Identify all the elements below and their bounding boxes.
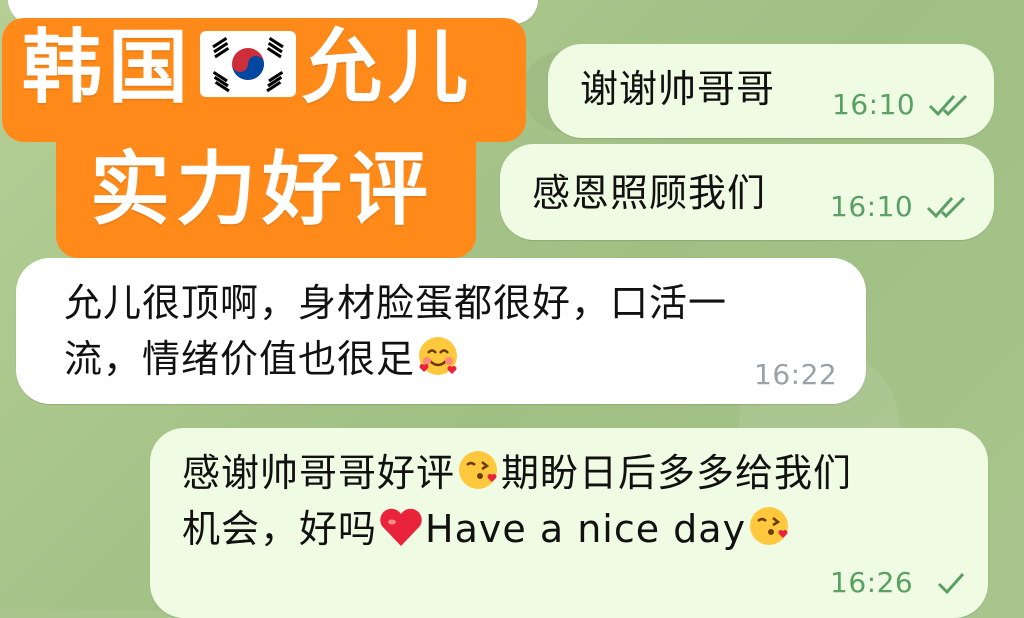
red-heart-icon [378, 506, 424, 562]
message-bubble-outgoing[interactable]: 感恩照顾我们 16:10 [500, 144, 994, 240]
message-text: 感谢帅哥哥好评 [182, 451, 456, 495]
message-text: 流，情绪价值也很足 [64, 337, 416, 381]
face-blowing-kiss-icon [456, 448, 500, 506]
message-text-line-2: 流，情绪价值也很足 [64, 332, 461, 392]
message-text-line-1: 允儿很顶啊，身材脸蛋都很好，口活一 [64, 281, 728, 325]
message-time: 16:22 [754, 358, 838, 391]
message-bubble-incoming[interactable]: 允儿很顶啊，身材脸蛋都很好，口活一 流，情绪价值也很足 16:22 [16, 258, 866, 404]
message-text: 期盼日后多多给我们 [501, 451, 853, 495]
promo-text-country: 韩国 [22, 21, 194, 114]
promo-line-2: 实力好评 [90, 143, 434, 236]
message-text: 感恩照顾我们 [532, 171, 767, 215]
promo-line-1: 韩国 允儿 [22, 28, 474, 108]
south-korea-flag-icon [200, 30, 296, 97]
single-check-icon [936, 570, 966, 600]
message-text: 机会，好吗 [182, 507, 378, 551]
message-text-line-2: 机会，好吗 Have a nice day [182, 502, 792, 562]
message-text-line-1: 感谢帅哥哥好评 期盼日后多多给我们 [182, 446, 852, 506]
message-bubble-outgoing[interactable]: 感谢帅哥哥好评 期盼日后多多给我们 机会，好吗 Have a nice day 16… [150, 428, 988, 618]
double-check-icon [926, 194, 970, 224]
message-time: 16:10 [830, 190, 914, 223]
promo-text-name: 允儿 [302, 21, 474, 114]
double-check-icon [928, 92, 972, 122]
message-text: 谢谢帅哥哥 [580, 67, 776, 111]
face-blowing-kiss-icon [747, 504, 791, 562]
message-text: Have a nice day [425, 507, 747, 551]
smiling-face-with-hearts-icon [416, 334, 460, 392]
message-time: 16:10 [832, 88, 916, 121]
message-time: 16:26 [830, 566, 914, 599]
message-bubble-outgoing[interactable]: 谢谢帅哥哥 16:10 [548, 44, 994, 138]
